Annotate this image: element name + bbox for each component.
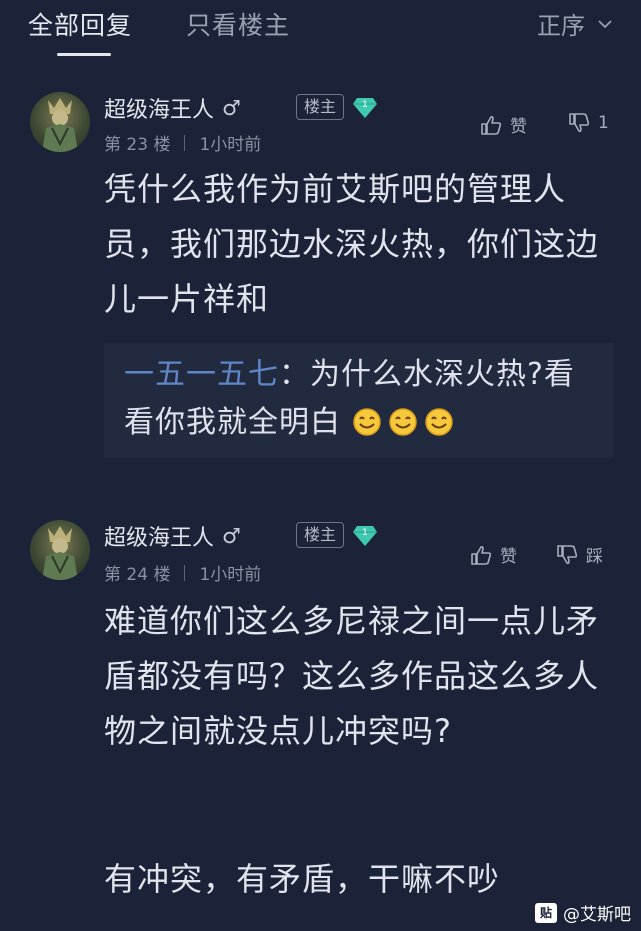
thumb-down-icon <box>569 113 590 133</box>
meta-divider <box>184 134 186 151</box>
post-content: 难道你们这么多尼禄之间一点儿矛盾都没有吗？这么多作品这么多人物之间就没点儿冲突吗… <box>104 602 600 750</box>
meta-divider <box>184 564 186 581</box>
gender-icon: ♂ <box>222 96 241 120</box>
like-label: 赞 <box>510 117 527 137</box>
post-time: 1小时前 <box>199 565 262 585</box>
thumb-down-icon <box>557 544 578 564</box>
level-number: 1 <box>362 100 368 110</box>
tieba-logo-icon: 贴 <box>535 902 557 923</box>
level-number: 1 <box>362 528 368 538</box>
sort-label: 正序 <box>537 12 585 40</box>
reply-author-link[interactable]: 一五一五七 <box>124 357 279 392</box>
sort-dropdown[interactable]: 正序 <box>537 6 613 41</box>
dislike-count: 1 <box>598 113 609 133</box>
avatar-image <box>42 526 78 580</box>
quoted-reply[interactable]: 一五一五七：为什么水深火热?看看你我就全明白 <box>104 343 614 458</box>
username-text: 超级海王人 <box>104 98 215 123</box>
username-text: 超级海王人 <box>104 526 215 551</box>
thumb-up-icon <box>481 115 502 135</box>
active-tab-indicator <box>57 53 111 56</box>
avatar-image <box>42 98 78 152</box>
like-button[interactable]: 赞 <box>470 542 517 567</box>
owner-badge: 楼主 <box>296 94 344 120</box>
dislike-button[interactable]: 踩 <box>556 542 603 567</box>
tab-owner-only[interactable]: 只看楼主 <box>186 6 290 42</box>
gender-icon: ♂ <box>222 524 241 548</box>
smile-emoji-icon <box>424 408 453 436</box>
floor-number: 第 23 楼 <box>104 135 171 155</box>
reply-colon: ： <box>279 357 310 392</box>
avatar[interactable] <box>30 92 90 152</box>
post-meta: 第 23 楼 1小时前 <box>104 130 261 155</box>
dislike-button[interactable]: 1 <box>568 112 609 134</box>
reply-tabs: 全部回复 只看楼主 正序 <box>0 0 641 60</box>
tab-all-replies[interactable]: 全部回复 <box>28 6 132 42</box>
dislike-label: 踩 <box>586 547 603 567</box>
tieba-watermark: 贴 @艾斯吧 <box>535 900 631 925</box>
level-gem-icon: 1 <box>353 526 377 546</box>
like-label: 赞 <box>500 547 517 567</box>
thumb-up-icon <box>471 545 492 565</box>
smile-emoji-icon <box>352 408 381 436</box>
post-meta: 第 24 楼 1小时前 <box>104 560 261 585</box>
username[interactable]: 超级海王人 ♂ <box>104 92 241 124</box>
level-gem-icon: 1 <box>353 98 377 118</box>
like-button[interactable]: 赞 <box>480 112 527 137</box>
quoted-reply-text: 一五一五七：为什么水深火热?看看你我就全明白 <box>124 351 604 447</box>
username[interactable]: 超级海王人 ♂ <box>104 520 241 552</box>
post-content-continued: 有冲突，有矛盾，干嘛不吵 <box>104 860 501 898</box>
owner-badge: 楼主 <box>296 522 344 548</box>
watermark-text: @艾斯吧 <box>563 905 631 925</box>
post-content: 凭什么我作为前艾斯吧的管理人员，我们那边水深火热，你们这边儿一片祥和 <box>104 170 600 318</box>
avatar[interactable] <box>30 520 90 580</box>
post-time: 1小时前 <box>199 135 262 155</box>
chevron-down-icon <box>598 19 612 28</box>
smile-emoji-icon <box>388 408 417 436</box>
floor-number: 第 24 楼 <box>104 565 171 585</box>
